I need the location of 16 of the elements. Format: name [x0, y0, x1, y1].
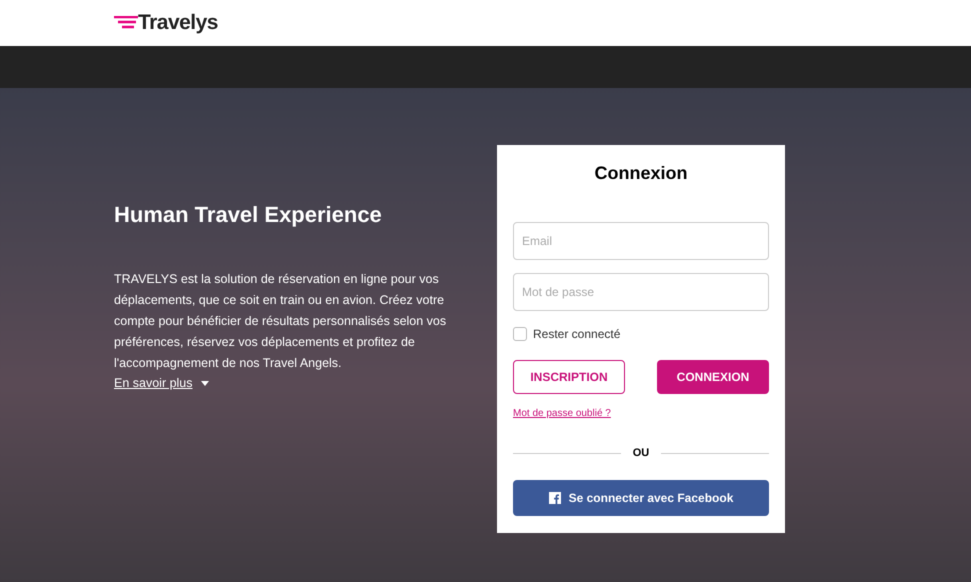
caret-icon [200, 380, 209, 386]
hero-title: Human Travel Experience [114, 201, 383, 229]
learn-more-link[interactable]: En savoir plus [114, 374, 209, 393]
login-button[interactable]: CONNEXION [657, 360, 769, 394]
speed-lines-icon [114, 16, 138, 30]
hero-description: TRAVELYS est la solution de réservation en ligne pour vos déplacements, que ce soit en train ou en avion. Créez votre compte pour bénéficier de résultats personnalisés selon vos préférences, réservez vos déplacements et profitez de l'accompagnement de nos Travel Angels. [114, 271, 448, 372]
login-title: Connexion [594, 162, 688, 185]
forgot-password-link[interactable]: Mot de passe oublié ? [513, 406, 611, 421]
remember-checkbox[interactable]: Rester connecté [513, 325, 620, 343]
password-field[interactable]: Mot de passe [513, 273, 769, 311]
facebook-icon [548, 492, 561, 504]
logo[interactable]: Travelys [138, 7, 218, 39]
facebook-login-button[interactable]: Se connecter avec Facebook [513, 480, 769, 516]
signup-button[interactable]: INSCRIPTION [513, 360, 625, 394]
email-field[interactable]: Email [513, 222, 769, 260]
separator-label: OU [632, 446, 650, 461]
